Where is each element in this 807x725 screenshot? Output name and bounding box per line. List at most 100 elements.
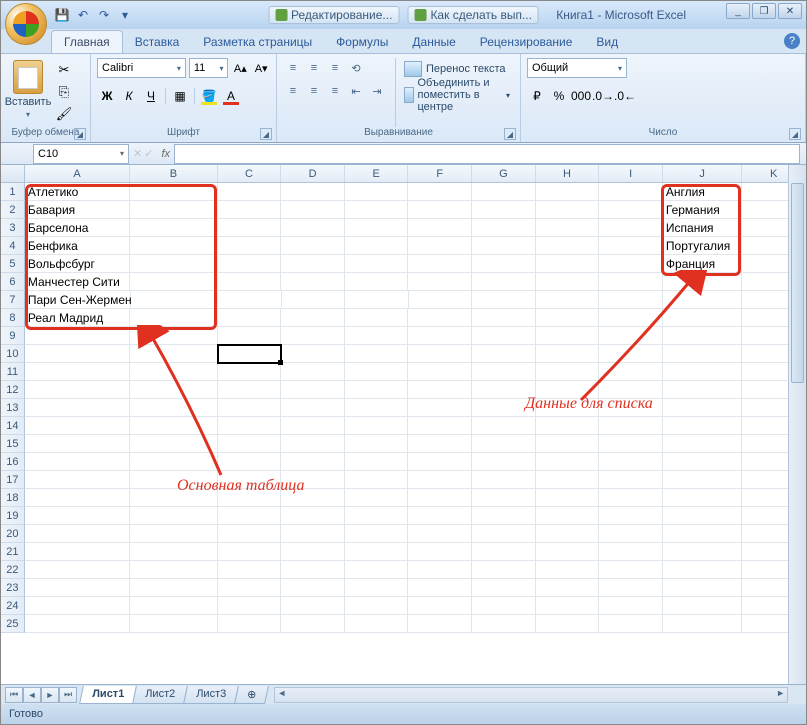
cell[interactable] <box>130 561 217 579</box>
cell[interactable] <box>599 399 663 417</box>
cell[interactable] <box>218 489 282 507</box>
column-header[interactable]: E <box>345 165 409 182</box>
cell[interactable] <box>130 417 217 435</box>
cell[interactable] <box>408 417 472 435</box>
cell[interactable] <box>663 561 743 579</box>
align-top-icon[interactable]: ≡ <box>283 58 303 78</box>
cell[interactable] <box>408 183 472 201</box>
cell[interactable] <box>536 255 600 273</box>
cell[interactable] <box>130 219 217 237</box>
cell[interactable] <box>663 291 742 309</box>
shrink-font-icon[interactable]: A▾ <box>252 58 270 78</box>
cell[interactable] <box>130 201 217 219</box>
cell[interactable] <box>742 525 806 543</box>
cell[interactable] <box>663 273 743 291</box>
row-header[interactable]: 20 <box>1 525 25 543</box>
cell[interactable] <box>536 579 600 597</box>
cell[interactable] <box>345 561 409 579</box>
cell[interactable] <box>742 597 806 615</box>
cell[interactable] <box>218 561 282 579</box>
cell[interactable] <box>472 579 536 597</box>
align-right-icon[interactable]: ≡ <box>325 81 345 101</box>
column-header[interactable]: G <box>472 165 536 182</box>
enter-formula-icon[interactable]: ✓ <box>144 147 153 160</box>
cell[interactable] <box>408 255 472 273</box>
cell[interactable] <box>281 453 345 471</box>
cell[interactable] <box>663 399 743 417</box>
cell[interactable] <box>281 363 345 381</box>
cell[interactable] <box>409 291 473 309</box>
cell[interactable] <box>536 597 600 615</box>
help-icon[interactable]: ? <box>784 33 800 49</box>
cell[interactable] <box>408 327 472 345</box>
tab-formulas[interactable]: Формулы <box>324 31 400 53</box>
cell[interactable] <box>599 219 663 237</box>
cell[interactable] <box>536 327 600 345</box>
font-color-icon[interactable]: A <box>221 86 241 106</box>
bold-button[interactable]: Ж <box>97 86 117 106</box>
align-middle-icon[interactable]: ≡ <box>304 58 324 78</box>
cell[interactable] <box>663 471 743 489</box>
cell[interactable] <box>218 543 282 561</box>
row-header[interactable]: 5 <box>1 255 25 273</box>
cell[interactable] <box>663 381 743 399</box>
cell[interactable] <box>599 381 663 399</box>
cell[interactable] <box>218 309 282 327</box>
cell[interactable] <box>472 183 536 201</box>
sheet-tab[interactable]: Лист2 <box>132 686 188 704</box>
cell[interactable] <box>472 309 536 327</box>
cell[interactable] <box>408 453 472 471</box>
cell[interactable] <box>536 273 600 291</box>
cell[interactable] <box>663 579 743 597</box>
undo-icon[interactable]: ↶ <box>74 6 92 24</box>
align-center-icon[interactable]: ≡ <box>304 81 324 101</box>
currency-icon[interactable]: ₽ <box>527 86 547 106</box>
cell[interactable] <box>408 273 472 291</box>
cell[interactable] <box>472 417 536 435</box>
cell[interactable] <box>130 309 217 327</box>
sheet-nav-next-icon[interactable]: ► <box>41 687 59 703</box>
cell[interactable] <box>408 381 472 399</box>
cell[interactable] <box>130 525 217 543</box>
copy-icon[interactable]: ⎘ <box>53 82 75 102</box>
increase-indent-icon[interactable]: ⇥ <box>367 81 387 101</box>
cell[interactable] <box>663 435 743 453</box>
cell[interactable]: Реал Мадрид <box>25 309 130 327</box>
cell[interactable] <box>281 471 345 489</box>
tab-page-layout[interactable]: Разметка страницы <box>191 31 324 53</box>
cell[interactable] <box>345 219 409 237</box>
cell[interactable] <box>218 345 282 363</box>
spreadsheet-grid[interactable]: ABCDEFGHIJK 1АтлетикоАнглия2БаварияГерма… <box>1 165 806 685</box>
cell[interactable] <box>25 615 130 633</box>
cell[interactable] <box>742 543 806 561</box>
cell[interactable] <box>408 345 472 363</box>
cell[interactable] <box>130 435 217 453</box>
cell[interactable] <box>25 507 130 525</box>
cell[interactable] <box>345 615 409 633</box>
cell[interactable] <box>408 597 472 615</box>
cell[interactable]: Испания <box>663 219 743 237</box>
cell[interactable] <box>281 309 345 327</box>
row-header[interactable]: 14 <box>1 417 25 435</box>
cell[interactable] <box>536 201 600 219</box>
cell[interactable] <box>599 273 663 291</box>
cell[interactable] <box>130 183 217 201</box>
office-button[interactable] <box>5 3 47 45</box>
align-bottom-icon[interactable]: ≡ <box>325 58 345 78</box>
cell[interactable]: Барселона <box>25 219 130 237</box>
cell[interactable] <box>472 561 536 579</box>
cell[interactable] <box>599 453 663 471</box>
cell[interactable] <box>472 201 536 219</box>
cell[interactable] <box>218 615 282 633</box>
cell[interactable]: Англия <box>663 183 743 201</box>
cell[interactable] <box>536 507 600 525</box>
cell[interactable] <box>472 507 536 525</box>
paste-button[interactable]: Вставить ▾ <box>7 58 49 127</box>
cell[interactable] <box>472 345 536 363</box>
cell[interactable] <box>281 525 345 543</box>
row-header[interactable]: 25 <box>1 615 25 633</box>
cell[interactable] <box>599 183 663 201</box>
cell[interactable] <box>742 507 806 525</box>
row-header[interactable]: 4 <box>1 237 25 255</box>
format-painter-icon[interactable]: 🖌 <box>53 104 75 124</box>
